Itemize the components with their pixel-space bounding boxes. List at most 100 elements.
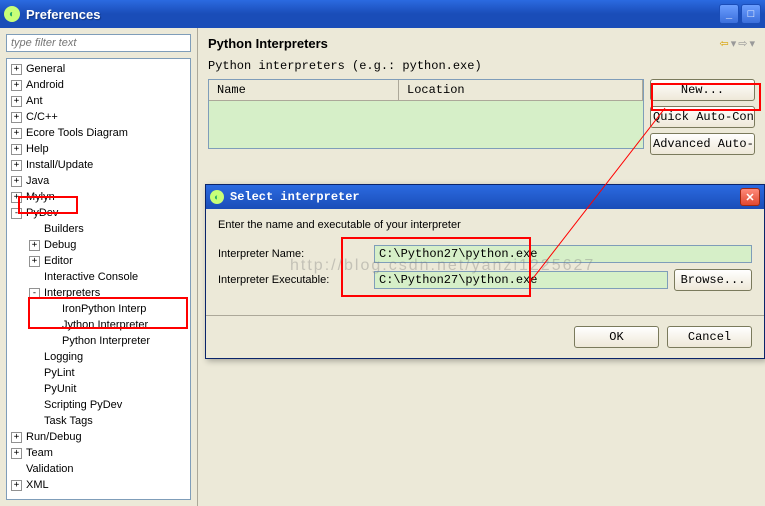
tree-item-label: Debug (44, 239, 76, 251)
app-icon: ◐ (4, 6, 20, 22)
window-titlebar: ◐ Preferences _ □ (0, 0, 765, 28)
quick-auto-button[interactable]: Quick Auto-Confi (650, 106, 755, 128)
tree-item[interactable]: + Help (7, 141, 190, 157)
expand-icon[interactable]: + (11, 160, 22, 171)
tree-item[interactable]: +Ecore Tools Diagram (7, 125, 190, 141)
tree-item[interactable]: PyLint (7, 365, 190, 381)
tree-item[interactable]: + XML (7, 477, 190, 493)
filter-input[interactable] (6, 34, 191, 52)
new-button[interactable]: New... (650, 79, 755, 101)
interpreters-table[interactable]: Name Location (208, 79, 644, 149)
tree-item[interactable]: -PyDev (7, 205, 190, 221)
cancel-button[interactable]: Cancel (667, 326, 752, 348)
tree-item-label: Logging (44, 351, 83, 363)
tree-item-label: Python Interpreter (62, 335, 150, 347)
tree-item-label: Interpreters (44, 287, 100, 299)
minimize-button[interactable]: _ (719, 4, 739, 24)
collapse-icon[interactable]: - (11, 208, 22, 219)
interpreter-exec-input[interactable] (374, 271, 668, 289)
tree-item[interactable]: + Mylyn (7, 189, 190, 205)
tree-item-label: Mylyn (26, 191, 55, 203)
ok-button[interactable]: OK (574, 326, 659, 348)
dialog-body: Enter the name and executable of your in… (206, 209, 764, 307)
tree-item-label: Scripting PyDev (44, 399, 122, 411)
table-area: Name Location New... Quick Auto-Confi Ad… (208, 79, 755, 155)
tree-item[interactable]: Scripting PyDev (7, 397, 190, 413)
exec-label: Interpreter Executable: (218, 274, 368, 286)
tree-item[interactable]: Interactive Console (7, 269, 190, 285)
preferences-sidebar: + General + Android + Ant + C/C++ +Ecore Tools D… (0, 28, 198, 506)
expand-icon[interactable]: + (29, 240, 40, 251)
tree-item-label: Android (26, 79, 64, 91)
interpreter-name-input[interactable] (374, 245, 752, 263)
expand-icon[interactable]: + (11, 96, 22, 107)
nav-arrows: ⇦▾ ⇨▾ (720, 37, 756, 50)
expand-icon[interactable]: + (11, 432, 22, 443)
tree-item[interactable]: + General (7, 61, 190, 77)
tree-item[interactable]: PyUnit (7, 381, 190, 397)
tree-item[interactable]: IronPython Interp (7, 301, 190, 317)
expand-icon[interactable]: + (11, 192, 22, 203)
content-header: Python Interpreters ⇦▾ ⇨▾ (208, 36, 755, 51)
tree-item[interactable]: + Install/Update (7, 157, 190, 173)
tree-item[interactable]: +Java (7, 173, 190, 189)
advanced-auto-button[interactable]: Advanced Auto-Con (650, 133, 755, 155)
tree-item[interactable]: +Team (7, 445, 190, 461)
forward-icon[interactable]: ⇨ (738, 37, 747, 50)
exec-row: Interpreter Executable: Browse... (218, 269, 752, 291)
tree-item[interactable]: Builders (7, 221, 190, 237)
tree-item[interactable]: Validation (7, 461, 190, 477)
tree-item[interactable]: -Interpreters (7, 285, 190, 301)
window-title: Preferences (26, 7, 100, 22)
expand-icon[interactable]: + (29, 256, 40, 267)
expand-icon[interactable]: + (11, 144, 22, 155)
dialog-titlebar: ◐ Select interpreter ✕ (206, 185, 764, 209)
button-column: New... Quick Auto-Confi Advanced Auto-Co… (650, 79, 755, 155)
tree-item-label: Install/Update (26, 159, 93, 171)
tree-item[interactable]: + Editor (7, 253, 190, 269)
tree-item[interactable]: + Android (7, 77, 190, 93)
expand-icon[interactable]: + (11, 480, 22, 491)
tree-item[interactable]: Task Tags (7, 413, 190, 429)
preferences-tree[interactable]: + General + Android + Ant + C/C++ +Ecore Tools D… (6, 58, 191, 500)
tree-item[interactable]: + C/C++ (7, 109, 190, 125)
collapse-icon[interactable]: - (29, 288, 40, 299)
tree-item[interactable]: Logging (7, 349, 190, 365)
col-location[interactable]: Location (399, 80, 643, 100)
dialog-buttons: OK Cancel (206, 316, 764, 358)
tree-item-label: Editor (44, 255, 73, 267)
browse-button[interactable]: Browse... (674, 269, 752, 291)
tree-item[interactable]: + Ant (7, 93, 190, 109)
close-icon[interactable]: ✕ (740, 188, 760, 206)
table-header: Name Location (209, 80, 643, 101)
tree-item-label: PyLint (44, 367, 75, 379)
tree-item-label: Help (26, 143, 49, 155)
tree-item-label: C/C++ (26, 111, 58, 123)
tree-item[interactable]: Jython Interpreter (7, 317, 190, 333)
forward-dropdown-icon[interactable]: ▾ (749, 37, 755, 50)
expand-icon[interactable]: + (11, 176, 22, 187)
expand-icon[interactable]: + (11, 112, 22, 123)
tree-item[interactable]: + Run/Debug (7, 429, 190, 445)
back-dropdown-icon[interactable]: ▾ (731, 37, 737, 50)
name-label: Interpreter Name: (218, 248, 368, 260)
tree-item-label: Ant (26, 95, 43, 107)
back-icon[interactable]: ⇦ (720, 37, 729, 50)
maximize-button[interactable]: □ (741, 4, 761, 24)
tree-item-label: XML (26, 479, 49, 491)
tree-item-label: Task Tags (44, 415, 93, 427)
tree-item-label: Builders (44, 223, 84, 235)
tree-item[interactable]: Python Interpreter (7, 333, 190, 349)
expand-icon[interactable]: + (11, 80, 22, 91)
name-row: Interpreter Name: (218, 245, 752, 263)
col-name[interactable]: Name (209, 80, 399, 100)
tree-item-label: Run/Debug (26, 431, 82, 443)
expand-icon[interactable]: + (11, 64, 22, 75)
expand-icon[interactable]: + (11, 128, 22, 139)
tree-item-label: Interactive Console (44, 271, 138, 283)
dialog-icon: ◐ (210, 190, 224, 204)
expand-icon[interactable]: + (11, 448, 22, 459)
dialog-instruction: Enter the name and executable of your in… (218, 219, 752, 231)
tree-item-label: General (26, 63, 65, 75)
tree-item[interactable]: + Debug (7, 237, 190, 253)
